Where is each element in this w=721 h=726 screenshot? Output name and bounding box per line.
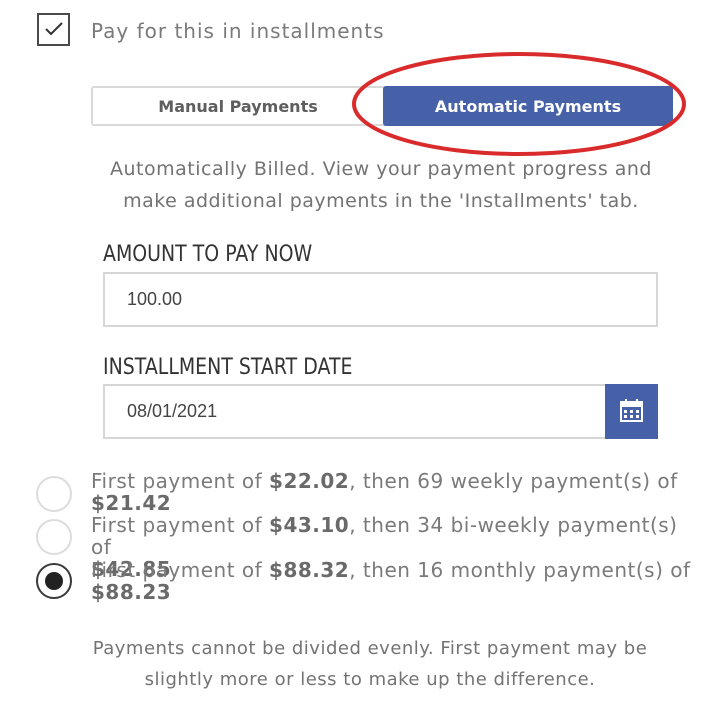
plan-first-amount: $22.02 (269, 469, 350, 493)
plan-prefix: First payment of (91, 469, 270, 493)
installments-checkbox[interactable] (37, 13, 70, 46)
description-line-1: Automatically Billed. View your payment … (110, 158, 652, 180)
uneven-payment-note: Payments cannot be divided evenly. First… (60, 633, 680, 695)
note-line-1: Payments cannot be divided evenly. First… (92, 638, 648, 659)
note-line-2: slightly more or less to make up the dif… (144, 669, 596, 690)
calendar-button[interactable] (605, 384, 658, 439)
plan-option-monthly[interactable]: First payment of $88.32, then 16 monthly… (91, 559, 701, 603)
payment-mode-description: Automatically Billed. View your payment … (91, 153, 671, 217)
calendar-icon (620, 399, 643, 422)
description-line-2: make additional payments in the 'Install… (123, 190, 639, 212)
checkmark-icon (45, 22, 63, 36)
amount-input[interactable] (103, 272, 658, 327)
amount-label: AMOUNT TO PAY NOW (103, 242, 313, 267)
plan-first-amount: $88.32 (269, 558, 350, 582)
plan-radio-biweekly[interactable] (36, 519, 72, 555)
plan-radio-weekly[interactable] (36, 476, 72, 512)
plan-option-weekly[interactable]: First payment of $22.02, then 69 weekly … (91, 470, 701, 514)
installments-checkbox-label[interactable]: Pay for this in installments (91, 19, 385, 43)
plan-prefix: First payment of (91, 558, 270, 582)
plan-middle: , then 69 weekly payment(s) of (349, 469, 678, 493)
plan-recurring-amount: $88.23 (91, 580, 172, 604)
plan-prefix: First payment of (91, 513, 270, 537)
plan-radio-monthly[interactable] (36, 563, 72, 599)
manual-payments-button[interactable]: Manual Payments (93, 86, 383, 126)
start-date-label: INSTALLMENT START DATE (103, 355, 353, 380)
plan-middle: , then 16 monthly payment(s) of (349, 558, 691, 582)
annotation-ellipse (352, 52, 686, 156)
plan-first-amount: $43.10 (269, 513, 350, 537)
plan-recurring-amount: $21.42 (91, 491, 172, 515)
start-date-input[interactable] (103, 384, 658, 439)
